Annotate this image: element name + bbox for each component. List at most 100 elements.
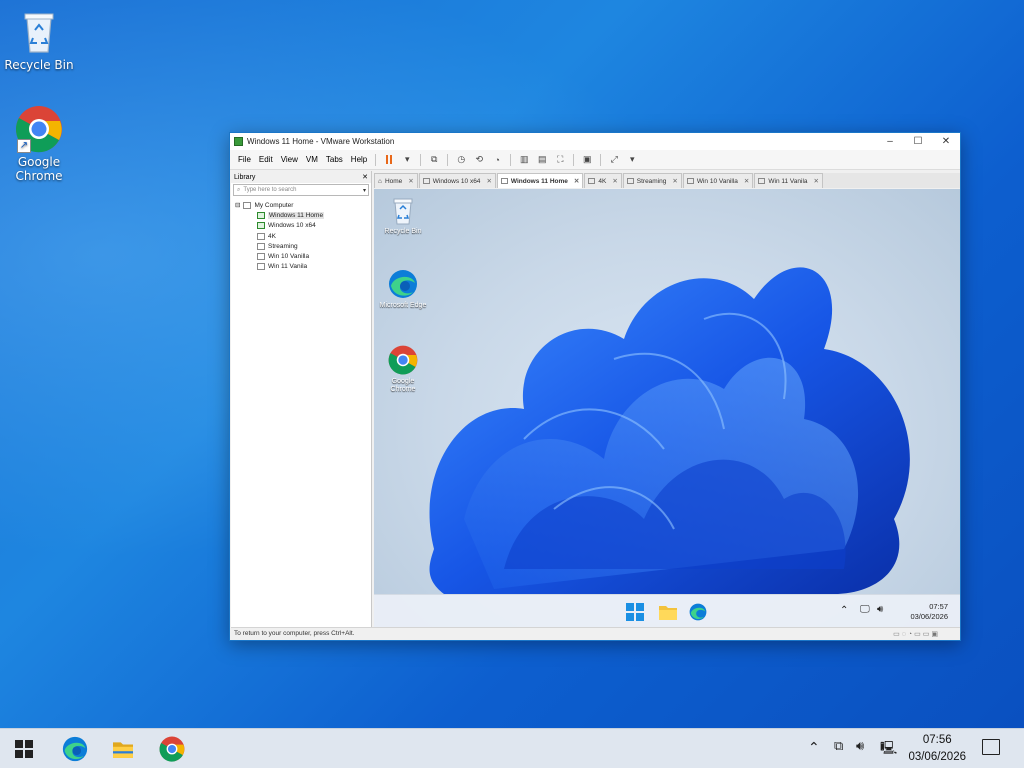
tree-item-streaming[interactable]: Streaming [231,241,371,251]
window-title: Windows 11 Home - VMware Workstation [247,137,395,146]
library-panel: Library ✕ ⌕ Type here to search ▾ ⊟ My C… [231,171,372,628]
guest-time: 07:57 [929,602,948,611]
folder-icon [113,742,133,758]
guest-tray-chevron-icon[interactable]: ⌃ [840,605,848,616]
vm-tab-icon [588,178,596,184]
tab-windows-11-home[interactable]: Windows 11 Home ✕ [496,173,584,188]
folder-icon [659,606,677,620]
guest-icon-microsoft-edge[interactable]: Microsoft Edge [379,269,427,310]
taskbar-file-explorer-button[interactable] [99,729,147,768]
guest-icon-recycle-bin[interactable]: Recycle Bin [379,197,427,236]
desktop-icon-google-chrome[interactable]: ↗ Google Chrome [1,105,77,183]
menu-edit[interactable]: Edit [255,155,277,164]
guest-icon-google-chrome[interactable]: Google Chrome [379,345,427,394]
windows-11-bloom-wallpaper [429,267,910,594]
tree-root[interactable]: ⊟ My Computer [231,200,371,210]
vm-icon [257,253,265,261]
status-bar: To return to your computer, press Ctrl+A… [231,627,960,639]
pause-icon[interactable] [382,153,396,167]
home-icon: ⌂ [378,177,382,185]
tab-close-icon[interactable]: ✕ [744,177,749,185]
thumbnail-bar-icon[interactable]: ▤ [535,153,549,167]
taskbar-clock[interactable]: 07:56 03/06/2026 [908,732,966,765]
vm-tab-icon [686,178,694,184]
tab-home[interactable]: ⌂ Home ✕ [374,173,418,188]
maximize-button[interactable]: ☐ [904,136,932,147]
tab-win-11-vanila[interactable]: Win 11 Vanila ✕ [754,173,823,188]
guest-network-icon[interactable]: 🖵 [860,604,870,615]
toolbar-separator [375,153,377,166]
desktop-icon-recycle-bin[interactable]: Recycle Bin [1,8,77,72]
vm-icon [257,232,265,240]
tab-streaming[interactable]: Streaming ✕ [622,173,682,188]
guest-start-button[interactable] [626,603,644,621]
snapshot-manager-icon[interactable]: ◔ [490,153,504,167]
full-screen-icon[interactable]: ⛶ [553,153,567,167]
desktop-icon-label: Google Chrome [15,155,63,183]
tab-win-10-vanilla[interactable]: Win 10 Vanilla ✕ [682,173,754,188]
snapshot-icon[interactable]: ◷ [454,153,468,167]
collapse-icon[interactable]: ⊟ [235,201,240,209]
guest-volume-icon[interactable]: 🔊︎ [877,604,883,615]
taskbar: ⌃ ⧉ 🔊︎ 🖳 07:56 03/06/2026 [0,728,1024,768]
desktop-icon-label: Recycle Bin [4,58,74,72]
tab-close-icon[interactable]: ✕ [574,177,579,185]
computer-icon [243,201,252,209]
menu-tabs[interactable]: Tabs [322,155,347,164]
tab-close-icon[interactable]: ✕ [814,177,819,185]
guest-edge-button[interactable] [689,603,707,626]
taskbar-chrome-button[interactable] [148,729,196,768]
library-toggle-icon[interactable]: ▥ [517,153,531,167]
stretch-guest-icon[interactable]: ⤢ [607,153,621,167]
chevron-down-icon[interactable]: ▾ [363,187,366,194]
library-close-icon[interactable]: ✕ [362,173,368,181]
tab-windows-10-x64[interactable]: Windows 10 x64 ✕ [418,173,496,188]
menu-view[interactable]: View [277,155,302,164]
guest-file-explorer-button[interactable] [658,603,678,626]
tree-item-windows-10-x64[interactable]: Windows 10 x64 [231,221,371,231]
tree-item-win-11-vanila[interactable]: Win 11 Vanila [231,262,371,272]
network-icon[interactable]: 🖳 [880,739,897,761]
start-button[interactable] [0,729,48,768]
close-button[interactable]: ✕ [932,136,960,147]
console-view-icon[interactable]: ▣ [580,153,594,167]
tab-close-icon[interactable]: ✕ [486,177,491,185]
device-status-icons[interactable]: ▭◌◔▭▭▣ [893,630,940,638]
library-header: Library ✕ [231,171,371,183]
notifications-icon[interactable] [982,739,1000,755]
status-text: To return to your computer, press Ctrl+A… [234,630,355,637]
chevron-down-icon[interactable]: ▾ [400,153,414,167]
tree-item-win-10-vanilla[interactable]: Win 10 Vanilla [231,251,371,261]
send-ctrl-alt-del-icon[interactable]: ⧉ [427,153,441,167]
chevron-down-icon[interactable]: ▾ [625,153,639,167]
revert-snapshot-icon[interactable]: ⟲ [472,153,486,167]
tab-close-icon[interactable]: ✕ [408,177,413,185]
tab-close-icon[interactable]: ✕ [612,177,617,185]
tab-close-icon[interactable]: ✕ [672,177,677,185]
guest-clock[interactable]: 07:57 03/06/2026 [910,602,948,622]
taskbar-time: 07:56 [922,734,952,746]
minimize-button[interactable]: – [876,136,904,147]
menu-vm[interactable]: VM [302,155,322,164]
tree-item-windows-11-home[interactable]: Windows 11 Home [231,210,371,220]
guest-date: 03/06/2026 [910,612,948,622]
menu-help[interactable]: Help [347,155,371,164]
edge-icon [62,736,88,762]
tray-vmware-icon[interactable]: ⧉ [834,739,843,754]
library-search-input[interactable]: ⌕ Type here to search ▾ [233,184,369,196]
menu-file[interactable]: File [234,155,255,164]
toolbar-separator [420,153,422,166]
chrome-icon: ↗ [15,105,63,153]
vmware-window[interactable]: Windows 11 Home - VMware Workstation – ☐… [229,132,961,641]
tree-item-4k[interactable]: 4K [231,231,371,241]
search-placeholder: Type here to search [243,187,297,193]
edge-icon [389,270,417,298]
volume-icon[interactable]: 🔊︎ [856,739,864,754]
vm-icon [257,263,265,271]
tray-chevron-icon[interactable]: ⌃ [808,740,820,756]
title-bar[interactable]: Windows 11 Home - VMware Workstation – ☐… [230,133,960,150]
guest-display[interactable]: Recycle Bin Microsoft Edge Google Chrome [374,189,960,628]
taskbar-edge-button[interactable] [51,729,99,768]
tab-4k[interactable]: 4K ✕ [584,173,622,188]
recycle-bin-icon [393,198,413,225]
